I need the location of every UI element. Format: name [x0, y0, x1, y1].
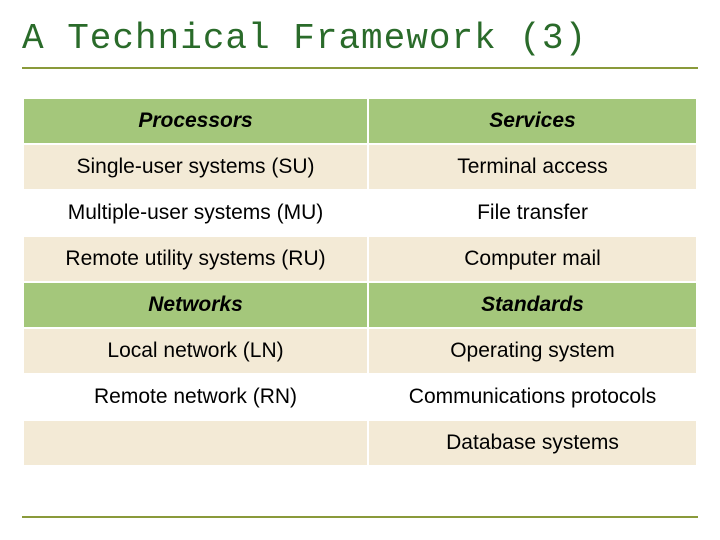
table-row: Remote network (RN) Communications proto…: [23, 374, 697, 420]
table-cell: Terminal access: [368, 144, 697, 190]
table-body: Processors Services Single-user systems …: [23, 98, 697, 466]
table-row: Local network (LN) Operating system: [23, 328, 697, 374]
table-cell: Remote network (RN): [23, 374, 368, 420]
table-cell: Communications protocols: [368, 374, 697, 420]
table-cell: Remote utility systems (RU): [23, 236, 368, 282]
table-cell: Standards: [368, 282, 697, 328]
slide: A Technical Framework (3) Processors Ser…: [0, 0, 720, 540]
table-cell: Computer mail: [368, 236, 697, 282]
table-cell: Single-user systems (SU): [23, 144, 368, 190]
table-row: Multiple-user systems (MU) File transfer: [23, 190, 697, 236]
table-row: Remote utility systems (RU) Computer mai…: [23, 236, 697, 282]
table-header-cell: Processors: [23, 98, 368, 144]
table-row: Networks Standards: [23, 282, 697, 328]
footer-rule: [22, 516, 698, 518]
slide-title: A Technical Framework (3): [22, 18, 698, 59]
table-row: Single-user systems (SU) Terminal access: [23, 144, 697, 190]
table-row: Processors Services: [23, 98, 697, 144]
table-header-cell: Networks: [23, 282, 368, 328]
table-cell: File transfer: [368, 190, 697, 236]
table-cell: Local network (LN): [23, 328, 368, 374]
table-cell-empty: [23, 420, 368, 466]
table-header-cell: Services: [368, 98, 697, 144]
table-cell: Database systems: [368, 420, 697, 466]
table-cell: Operating system: [368, 328, 697, 374]
table-row: Database systems: [23, 420, 697, 466]
title-container: A Technical Framework (3): [22, 18, 698, 69]
framework-table: Processors Services Single-user systems …: [22, 97, 698, 467]
table-cell: Multiple-user systems (MU): [23, 190, 368, 236]
